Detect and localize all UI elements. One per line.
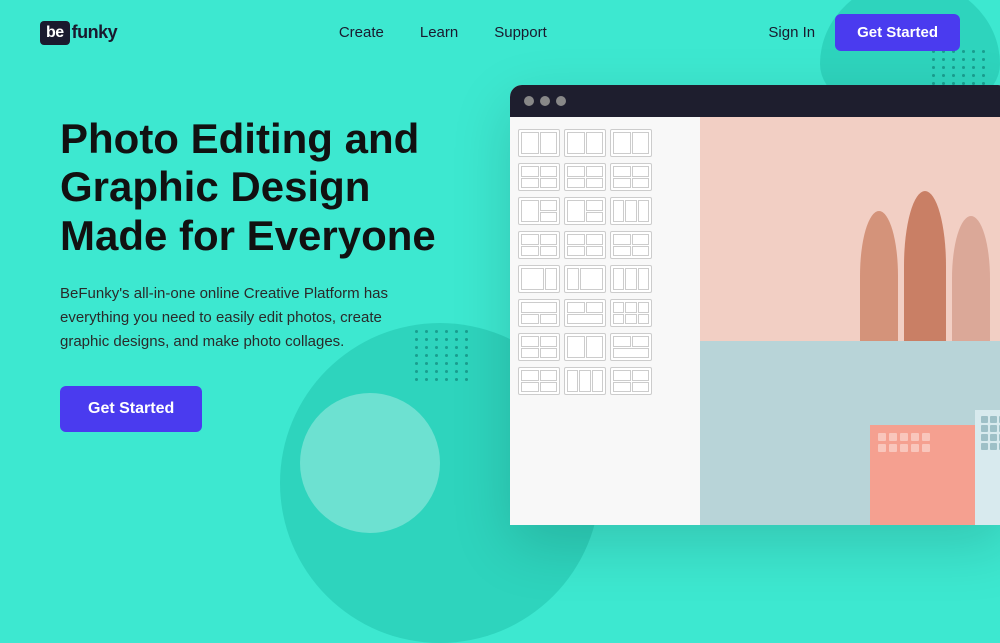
layout-thumb[interactable] (564, 231, 606, 259)
window-titlebar (510, 85, 1000, 117)
layout-row-2 (518, 163, 692, 191)
hero-title: Photo Editing andGraphic DesignMade for … (60, 115, 480, 260)
layout-thumb[interactable] (518, 333, 560, 361)
layout-thumb[interactable] (564, 197, 606, 225)
layout-row-8 (518, 367, 692, 395)
layout-thumb[interactable] (610, 265, 652, 293)
window-dot-3 (556, 96, 566, 106)
window-dot-1 (524, 96, 534, 106)
app-window (510, 85, 1000, 525)
silo-1 (860, 211, 898, 341)
layout-thumb[interactable] (564, 367, 606, 395)
nav-learn[interactable]: Learn (420, 24, 458, 41)
layout-thumb[interactable] (564, 129, 606, 157)
layout-thumb[interactable] (518, 163, 560, 191)
layout-thumb[interactable] (564, 333, 606, 361)
logo-funky: funky (72, 22, 118, 43)
layout-thumb[interactable] (564, 299, 606, 327)
logo-be: be (40, 21, 70, 45)
layout-thumb[interactable] (610, 129, 652, 157)
layout-thumb[interactable] (610, 197, 652, 225)
layout-thumb[interactable] (518, 367, 560, 395)
nav-links: Create Learn Support (339, 24, 547, 41)
layout-row-7 (518, 333, 692, 361)
layout-thumb[interactable] (518, 231, 560, 259)
sign-in-button[interactable]: Sign In (768, 24, 815, 41)
building-shape (870, 425, 1000, 525)
layout-thumb[interactable] (564, 163, 606, 191)
get-started-hero-button[interactable]: Get Started (60, 386, 202, 432)
layout-thumb[interactable] (518, 197, 560, 225)
layout-thumb[interactable] (564, 265, 606, 293)
layout-thumb[interactable] (610, 231, 652, 259)
layout-thumb[interactable] (610, 299, 652, 327)
window-dot-2 (540, 96, 550, 106)
nav-actions: Sign In Get Started (768, 14, 960, 51)
silo-2 (904, 191, 946, 341)
nav-support[interactable]: Support (494, 24, 547, 41)
nav-create[interactable]: Create (339, 24, 384, 41)
layout-thumb[interactable] (518, 299, 560, 327)
preview-bottom-image (700, 341, 1000, 525)
silo-shapes (860, 191, 990, 341)
preview-top-image (700, 117, 1000, 341)
silo-3 (952, 216, 990, 341)
layout-thumb[interactable] (610, 367, 652, 395)
hero-description: BeFunky's all-in-one online Creative Pla… (60, 282, 400, 354)
layout-thumb[interactable] (610, 333, 652, 361)
collage-panel (510, 117, 700, 525)
get-started-nav-button[interactable]: Get Started (835, 14, 960, 51)
layout-row-5 (518, 265, 692, 293)
layout-row-6 (518, 299, 692, 327)
layout-row-1 (518, 129, 692, 157)
layout-row-3 (518, 197, 692, 225)
hero-section: Photo Editing andGraphic DesignMade for … (0, 65, 1000, 568)
layout-row-4 (518, 231, 692, 259)
hero-right (510, 85, 1000, 525)
layout-thumb[interactable] (518, 265, 560, 293)
navbar: be funky Create Learn Support Sign In Ge… (0, 0, 1000, 65)
layout-thumb[interactable] (610, 163, 652, 191)
preview-panel (700, 117, 1000, 525)
layout-thumb[interactable] (518, 129, 560, 157)
hero-left: Photo Editing andGraphic DesignMade for … (60, 95, 480, 432)
window-body (510, 117, 1000, 525)
logo[interactable]: be funky (40, 21, 117, 45)
